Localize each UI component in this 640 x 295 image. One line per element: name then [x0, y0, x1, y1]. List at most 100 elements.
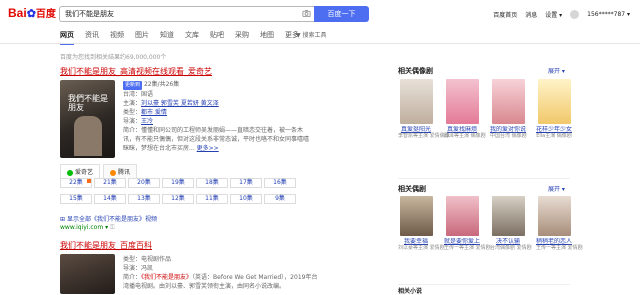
url-text: www.iqiyi.com: [60, 224, 104, 231]
expand-link[interactable]: 展开 ▾: [548, 66, 565, 75]
related-card[interactable]: 真爱挺阳光 李智凯等主演 爱情偶像: [398, 79, 450, 140]
drama-thumbnail: [491, 196, 525, 236]
episode-button[interactable]: 22集: [60, 178, 92, 188]
header-divider: [0, 43, 640, 44]
drama-poster[interactable]: 我們不能是朋友: [60, 80, 115, 158]
episode-grid: 22集 21集 20集 19集 18集 17集 16集 15集 14集 13集 …: [60, 178, 296, 204]
episode-count: 22集/共26集: [143, 81, 180, 88]
drama-thumbnail: [399, 79, 433, 124]
section-heading: 相关偶像剧: [398, 67, 433, 75]
drama-title[interactable]: 决不认输: [490, 238, 526, 245]
drama-subtitle: 刘以豪等主演 爱情剧: [398, 245, 445, 251]
drama-subtitle: 邱泽等主演 偶像剧: [444, 133, 486, 139]
result-info: 更新到 22集/共26集 台湾：国语 主演：刘以豪 郭雪芙 夏若妍 黄文泽 类型…: [123, 80, 313, 153]
search-tools-label: 搜索工具: [302, 32, 327, 39]
related-card[interactable]: 我的爱对你说 中国台湾 偶像剧: [490, 79, 527, 140]
expand-icon: ⊞: [60, 216, 66, 223]
drama-thumbnail: [445, 196, 479, 236]
drama-title[interactable]: 我要幸福: [398, 238, 434, 245]
episode-button[interactable]: 17集: [230, 178, 262, 188]
result-url[interactable]: www.iqiyi.com ▾ ⚿: [60, 224, 115, 232]
episode-button[interactable]: 19集: [162, 178, 194, 188]
iqiyi-icon: [67, 169, 73, 176]
episode-button[interactable]: 15集: [60, 194, 92, 204]
search-input[interactable]: 我们不能是朋友: [59, 6, 314, 22]
search-button[interactable]: 百度一下: [314, 6, 369, 22]
drama-title[interactable]: 真爱挺阳光: [398, 126, 434, 133]
search-tools-button[interactable]: ▼ 搜索工具: [296, 30, 327, 39]
intro-label: 简介：: [123, 274, 142, 281]
expand-link[interactable]: 展开 ▾: [548, 184, 565, 193]
drama-thumbnail: [445, 79, 479, 124]
related-card[interactable]: 我要幸福 刘以豪等主演 爱情剧: [398, 196, 445, 252]
paw-icon: ✿: [26, 8, 36, 20]
key-icon: ⚿: [110, 224, 115, 231]
drama-thumbnail: [491, 79, 525, 124]
intro-label: 简介：: [123, 127, 142, 134]
filter-icon: ▼: [296, 32, 301, 39]
episode-button[interactable]: 12集: [162, 194, 194, 204]
baidu-logo[interactable]: Bai✿百度: [8, 6, 56, 21]
drama-title[interactable]: 就是要你爱上我: [444, 238, 480, 245]
related-card[interactable]: 花样少年少女 Ella主演 偶像剧: [536, 79, 572, 140]
logo-text-baidu: 百度: [35, 9, 56, 20]
language-value: 国语: [141, 91, 154, 98]
related-novels: 相关小说: [398, 286, 570, 295]
section-heading: 相关偶剧: [398, 185, 426, 193]
drama-title[interactable]: 我的爱对你说: [490, 126, 526, 133]
section-heading: 相关小说: [398, 288, 423, 295]
source-tab-label: 腾讯: [118, 169, 131, 176]
drama-subtitle: 台湾偶像剧 爱情剧: [490, 245, 532, 251]
avatar[interactable]: [570, 10, 580, 19]
logo-text-bai: Bai: [8, 6, 27, 20]
top-links: 百度首页 消息 设置 ▾ 156*****787 ▾: [493, 10, 630, 19]
drama-thumbnail: [537, 79, 571, 124]
show-all-label: 显示全部《我们不能是朋友》视频: [66, 216, 157, 223]
genre-links[interactable]: 都市 爱情: [141, 109, 167, 116]
result-title-baike[interactable]: 我们不能是朋友_百度百科: [60, 240, 152, 251]
director-value: 冯凯: [141, 265, 154, 272]
drama-subtitle: 王传一等主演 爱情剧: [444, 245, 491, 251]
source-tab-tencent[interactable]: 腾讯: [103, 164, 138, 178]
cast-label: 主演：: [123, 100, 142, 107]
poster-figure: [74, 116, 102, 156]
episode-button[interactable]: 20集: [128, 178, 160, 188]
messages-link[interactable]: 消息: [525, 10, 537, 19]
drama-title[interactable]: 真爱找麻烦: [444, 126, 480, 133]
camera-icon[interactable]: [302, 9, 311, 18]
episode-button[interactable]: 9集: [264, 194, 296, 204]
source-tab-iqiyi[interactable]: 爱奇艺: [60, 164, 101, 178]
episode-button[interactable]: 13集: [128, 194, 160, 204]
related-card[interactable]: 稍稍老的恋人 王传一等主演 爱情剧: [536, 196, 583, 252]
related-card[interactable]: 就是要你爱上我王传一等主演 爱情剧: [444, 196, 491, 252]
poster-title: 我們不能是朋友: [68, 94, 108, 112]
episode-button[interactable]: 18集: [196, 178, 228, 188]
episode-button[interactable]: 14集: [94, 194, 126, 204]
drama-subtitle: 李智凯等主演 爱情偶像: [398, 133, 450, 139]
baike-poster[interactable]: [60, 254, 115, 294]
related-card[interactable]: 真爱找麻烦 邱泽等主演 偶像剧: [444, 79, 486, 140]
more-link[interactable]: 更多>>: [197, 145, 219, 152]
genre-label: 类型：: [123, 109, 142, 116]
username-link[interactable]: 156*****787 ▾: [587, 11, 630, 18]
episode-button[interactable]: 11集: [196, 194, 228, 204]
drama-subtitle: Ella主演 偶像剧: [536, 133, 572, 139]
episode-button[interactable]: 10集: [230, 194, 262, 204]
cast-links[interactable]: 刘以豪 郭雪芙 夏若妍 黄文泽: [141, 100, 219, 107]
show-all-videos-link[interactable]: ⊞ 显示全部《我们不能是朋友》视频: [60, 214, 157, 223]
episode-button[interactable]: 21集: [94, 178, 126, 188]
type-value: 电视剧作品: [141, 256, 172, 263]
drama-title[interactable]: 花样少年少女: [536, 126, 572, 133]
related-idol-dramas: 相关偶像剧 展开 ▾ 真爱挺阳光 李智凯等主演 爱情偶像 真爱找麻烦 邱泽等主演 偶…: [398, 66, 572, 176]
related-card[interactable]: 决不认输 台湾偶像剧 爱情剧: [490, 196, 532, 252]
type-label: 类型：: [123, 256, 142, 263]
home-link[interactable]: 百度首页: [493, 10, 517, 19]
director-link[interactable]: 王冷: [141, 118, 153, 125]
episode-button[interactable]: 16集: [264, 178, 296, 188]
result-count: 百度为您找到相关结果约69,000,000个: [60, 54, 167, 61]
drama-subtitle: 王传一等主演 爱情剧: [536, 245, 583, 251]
drama-title[interactable]: 稍稍老的恋人: [536, 238, 572, 245]
result-title-iqiyi[interactable]: 我们不能是朋友_高清视频在线观看_爱奇艺: [60, 66, 212, 77]
settings-link[interactable]: 设置 ▾: [545, 10, 562, 19]
drama-thumbnail: [537, 196, 571, 236]
